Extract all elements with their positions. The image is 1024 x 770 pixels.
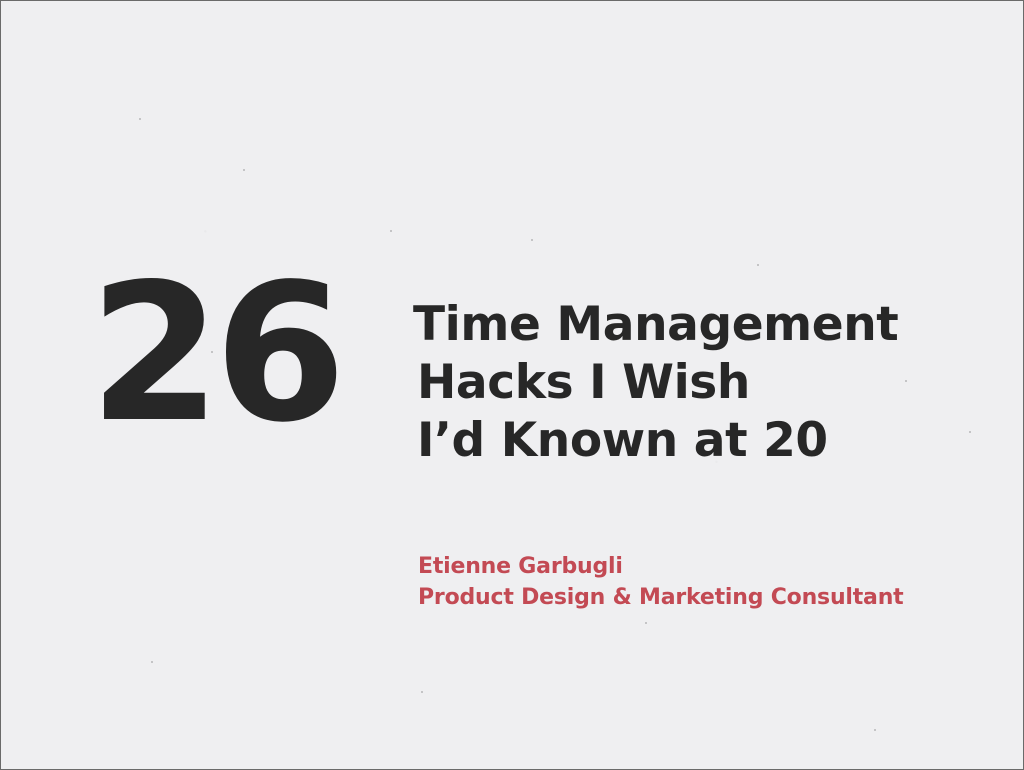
paper-speck: [151, 661, 153, 663]
slide-title: Time Management Hacks I Wish I’d Known a…: [413, 296, 953, 470]
paper-speck: [645, 622, 647, 624]
paper-speck: [390, 230, 392, 232]
title-line-2: Hacks I Wish: [417, 355, 750, 410]
paper-speck: [243, 169, 245, 171]
paper-speck: [139, 118, 141, 120]
slide-number: 26: [89, 243, 346, 464]
title-line-1: Time Management: [413, 297, 899, 352]
author-role: Product Design & Marketing Consultant: [418, 585, 904, 610]
paper-speck: [421, 691, 423, 693]
paper-speck: [969, 431, 971, 433]
paper-speck: [531, 239, 533, 241]
title-line-3: I’d Known at 20: [417, 413, 828, 468]
paper-speck: [874, 729, 876, 731]
presentation-slide: 26 Time Management Hacks I Wish I’d Know…: [0, 0, 1024, 770]
author-name: Etienne Garbugli: [418, 554, 623, 579]
author-block: Etienne Garbugli Product Design & Market…: [418, 551, 958, 613]
paper-speck: [757, 264, 759, 266]
